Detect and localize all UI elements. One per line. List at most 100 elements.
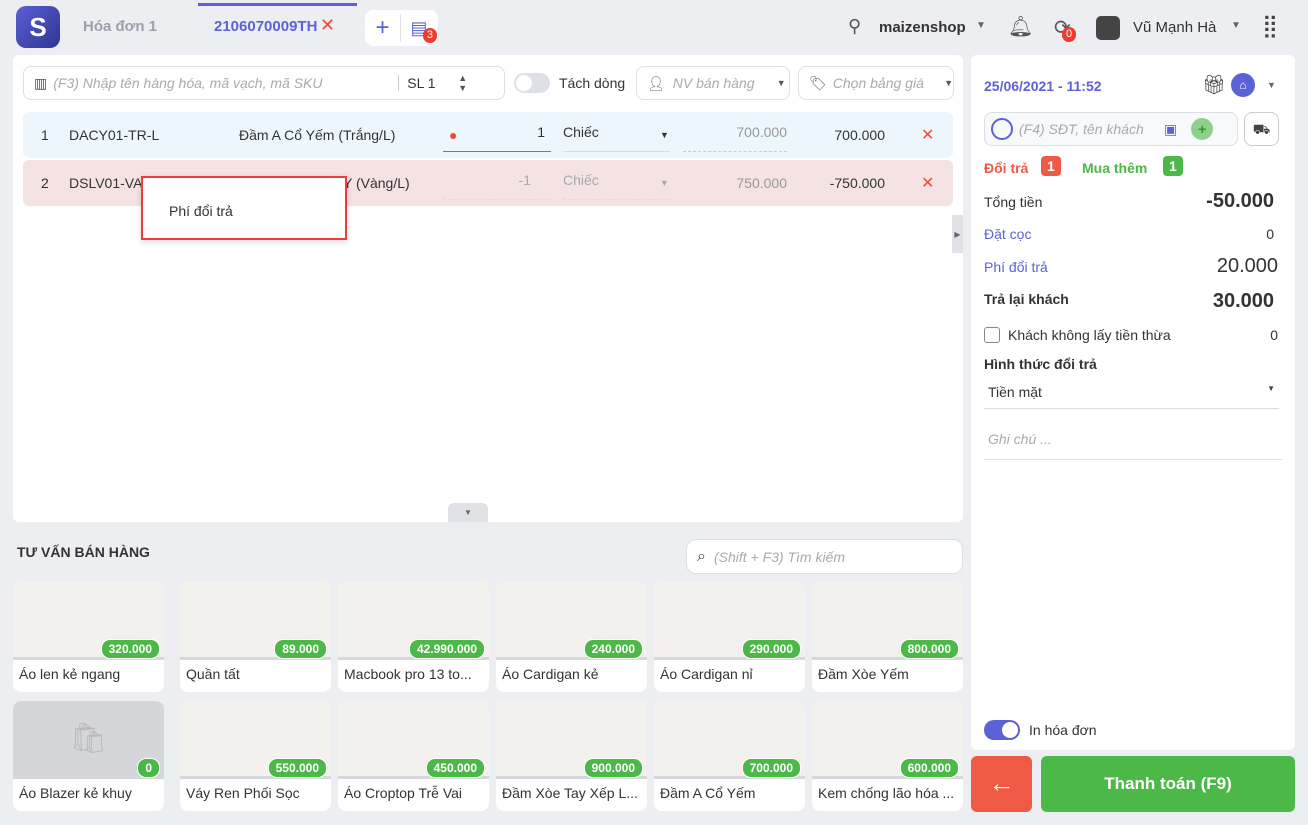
user-icon [991,118,1013,140]
delete-row-icon[interactable]: ✕ [921,173,934,193]
expand-handle[interactable]: ▼ [448,503,488,522]
return-count: 1 [1041,156,1061,176]
product-card[interactable]: 450.000 Áo Croptop Trễ Vai [338,701,489,811]
print-label: In hóa đơn [1029,722,1097,738]
delete-row-icon[interactable]: ✕ [921,125,934,145]
product-card[interactable]: 89.000 Quần tất [180,582,331,692]
product-name: Đầm Xòe Yếm [818,666,909,682]
product-card[interactable]: 240.000 Áo Cardigan kẻ [496,582,647,692]
tab-actions: + ▤ 3 [365,10,438,46]
user-avatar[interactable] [1096,16,1120,40]
gift-icon[interactable]: 🎁︎ [1202,73,1226,97]
chevron-down-icon: ▼ [1267,384,1275,393]
invoice-datetime[interactable]: 25/06/2021 - 11:52 [984,78,1102,94]
product-card[interactable]: 700.000 Đầm A Cổ Yếm [654,701,805,811]
product-name: Đầm A Cổ Yếm [660,785,756,801]
row-unit: Chiếc [563,172,670,200]
product-search-input[interactable]: ▥ (F3) Nhập tên hàng hóa, mã vạch, mã SK… [23,66,505,100]
row-price: 750.000 [736,175,787,191]
suggest-title: TƯ VẤN BÁN HÀNG [17,544,150,560]
chevron-down-icon[interactable]: ▼ [976,20,986,31]
back-button[interactable]: ← [971,756,1032,812]
product-name: Áo len kẻ ngang [19,666,121,682]
return-fee-link[interactable]: Phí đổi trả [984,259,1048,275]
product-card[interactable]: 900.000 Đầm Xòe Tay Xếp L... [496,701,647,811]
note-input[interactable]: Ghi chú ... [984,422,1282,460]
row-index: 1 [41,127,49,143]
location-icon: ⚲ [848,16,862,36]
product-price: 89.000 [274,639,327,659]
scan-icon[interactable]: ▣ [1164,121,1177,138]
collapse-right-handle[interactable]: ▶ [952,215,963,253]
row-unit-select[interactable]: Chiếc [563,124,670,152]
product-name: Áo Croptop Trễ Vai [344,785,463,801]
delivery-icon[interactable]: ⛟ [1244,112,1279,146]
chevron-down-icon[interactable]: ▼ [1231,20,1241,31]
no-change-checkbox[interactable] [984,327,1000,343]
no-change-label: Khách không lấy tiền thừa [1008,327,1171,343]
pay-button[interactable]: Thanh toán (F9) [1041,756,1295,812]
product-price: 0 [137,758,160,778]
apps-grid-icon[interactable]: ⣿ [1262,13,1278,39]
print-toggle[interactable] [984,720,1020,740]
payment-method-select[interactable]: Tiền mặt ▼ [984,376,1279,409]
row-sku: DSLV01-VA [69,175,143,191]
product-card[interactable]: 290.000 Áo Cardigan nỉ [654,582,805,692]
qty-stepper[interactable]: SL 1 [398,75,458,91]
row-qty: -1 [443,172,551,200]
suggest-search-input[interactable]: ⌕ (Shift + F3) Tìm kiếm [686,539,963,574]
barcode-icon: ▥ [34,74,48,91]
total-value: -50.000 [1206,190,1274,212]
search-icon: ⌕ [697,547,706,565]
deposit-link[interactable]: Đặt cọc [984,226,1031,242]
tab-return-invoice[interactable]: 2106070009TH [214,18,317,35]
pricelist-select[interactable]: 🏷︎ Chọn bảng giá ▼ [798,66,954,100]
add-tab-icon[interactable]: + [365,14,401,42]
cart-row[interactable]: 1 DACY01-TR-L Đầm A Cổ Yếm (Trắng/L) ● 1… [23,112,953,158]
product-name: Macbook pro 13 to... [344,666,472,682]
close-tab-icon[interactable]: ✕ [320,15,335,36]
split-line-toggle[interactable] [514,73,550,93]
search-placeholder: (F3) Nhập tên hàng hóa, mã vạch, mã SKU [53,75,323,91]
product-name: Áo Cardigan kẻ [502,666,599,682]
add-customer-icon[interactable]: + [1191,118,1214,140]
row-total: 700.000 [834,127,885,143]
row-price[interactable]: 700.000 [683,124,787,152]
active-tab-indicator [198,3,357,6]
row-name: Đầm A Cổ Yếm (Trắng/L) [239,127,396,143]
suggest-search-placeholder: (Shift + F3) Tìm kiếm [713,548,846,565]
product-card[interactable]: 42.990.000 Macbook pro 13 to... [338,582,489,692]
stepper-arrows-icon[interactable]: ▲ ▼ [458,73,467,93]
total-label: Tổng tiền [984,194,1043,210]
orders-list-icon[interactable]: ▤ 3 [401,18,437,43]
payment-method-value: Tiền mặt [988,384,1042,400]
user-menu[interactable]: Vũ Mạnh Hà [1133,19,1216,36]
app-logo[interactable]: S [16,6,60,48]
tab-invoice-1[interactable]: Hóa đơn 1 [83,18,157,35]
store-selector[interactable]: maizenshop [879,19,966,36]
product-card[interactable]: 320.000 Áo len kẻ ngang [13,582,164,692]
pricelist-placeholder: Chọn bảng giá [832,75,924,91]
product-price: 700.000 [741,758,801,778]
product-card[interactable]: 550.000 Váy Ren Phối Sọc [180,701,331,811]
return-fee-value[interactable]: 20.000 [1217,255,1278,278]
staff-select[interactable]: 👤︎ NV bán hàng ▼ [636,66,790,100]
product-price: 550.000 [267,758,327,778]
bell-icon[interactable]: 🔔︎ [1008,14,1033,39]
product-name: Váy Ren Phối Sọc [186,785,300,801]
product-card[interactable]: 600.000 Kem chống lão hóa ... [812,701,963,811]
product-card[interactable]: 800.000 Đầm Xòe Yếm [812,582,963,692]
product-card[interactable]: 🛍︎ 0 Áo Blazer kẻ khuy [13,701,164,811]
product-name: Đầm Xòe Tay Xếp L... [502,785,638,801]
row-qty-input[interactable]: 1 [443,124,551,152]
product-name: Áo Blazer kẻ khuy [19,785,132,801]
method-label: Hình thức đổi trả [984,356,1097,372]
customer-search-input[interactable]: (F4) SĐT, tên khách ▣ + [984,112,1238,146]
menu-item-return-fee[interactable]: Phí đổi trả [143,178,345,219]
chevron-down-icon[interactable]: ▼ [1267,80,1276,90]
refund-label: Trả lại khách [984,291,1069,307]
product-price: 450.000 [425,758,485,778]
sync-badge: 0 [1062,27,1077,42]
staff-placeholder: NV bán hàng [672,75,755,91]
store-icon[interactable]: ⌂ [1231,73,1255,97]
